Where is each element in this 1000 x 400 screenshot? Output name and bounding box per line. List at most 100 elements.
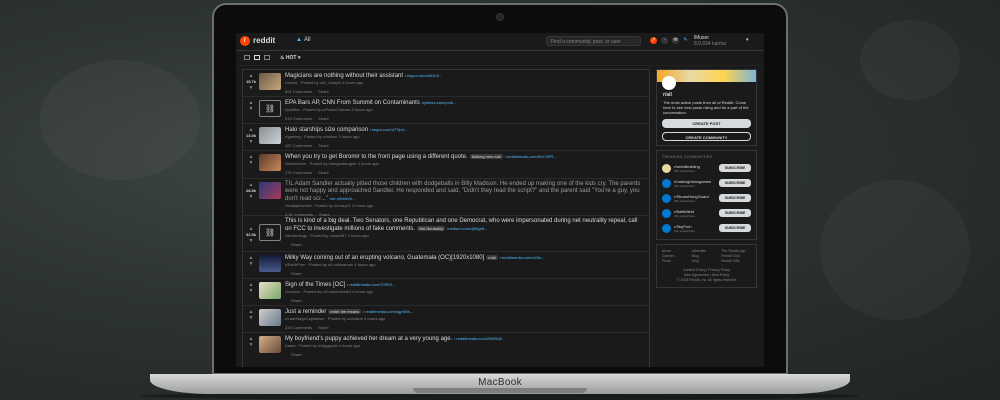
downvote-icon[interactable]: ▼ — [245, 342, 257, 348]
post-thumbnail[interactable] — [259, 127, 281, 144]
laptop-notch — [413, 388, 587, 393]
share-button[interactable]: Share — [291, 271, 302, 276]
comments-button[interactable]: 487 Comments — [285, 143, 312, 148]
post-thumbnail[interactable] — [259, 282, 281, 299]
share-button[interactable]: Share — [318, 170, 329, 175]
community-item[interactable]: r/worldbuilding 56k subscribers SUBSCRIB… — [657, 161, 756, 176]
downvote-icon[interactable]: ▼ — [245, 315, 257, 321]
post-domain[interactable]: i.redditmedia.com/4gpN5s... — [363, 309, 413, 314]
compact-view-icon[interactable] — [264, 55, 270, 60]
share-button[interactable]: Share — [291, 352, 302, 357]
post-title[interactable]: My boyfriend's puppy achieved her dream … — [285, 335, 645, 343]
post-title[interactable]: TIL Adam Sandler actually pitted those c… — [285, 181, 645, 203]
post[interactable]: ▲ 28.8k ▼ TIL Adam Sandler actually pitted… — [243, 179, 649, 217]
post-title[interactable]: Sign of the Times [OC] i.redditmedia.com/… — [285, 281, 645, 289]
post-domain[interactable]: medium.com/@fightf... — [447, 226, 487, 231]
post-title[interactable]: When you try to get Boromir to the front… — [285, 153, 645, 161]
post-domain[interactable]: i.redditmedia.com/N9C3PR... — [505, 154, 557, 159]
subscribe-button[interactable]: SUBSCRIBE — [719, 179, 751, 187]
footer-link[interactable]: Help — [692, 259, 722, 264]
classic-view-icon[interactable] — [254, 55, 260, 60]
link-icon[interactable]: ⛓ — [259, 224, 281, 241]
post-title[interactable]: Magicians are nothing without their assi… — [285, 72, 645, 80]
comments-button[interactable]: 919 Comments — [285, 116, 312, 121]
post-thumbnail[interactable] — [259, 182, 281, 199]
chat-icon[interactable]: · — [661, 37, 668, 44]
reddit-logo-icon[interactable]: r — [240, 36, 250, 46]
post[interactable]: ▲ ▼ Sign of the Times [OC] i.redditmedia.c… — [243, 279, 649, 306]
post-domain[interactable]: i.redditmedia.com/TOR0t... — [347, 282, 395, 287]
post[interactable]: ▲ ▼ Just a reminder enter the means i.reddi… — [243, 306, 649, 333]
footer-link[interactable]: Press — [662, 259, 692, 264]
downvote-icon[interactable]: ▼ — [245, 238, 257, 244]
post-actions: Share — [285, 352, 645, 358]
vote-column: ▲ ▼ — [245, 255, 257, 267]
post-thumbnail[interactable] — [259, 336, 281, 353]
subscribe-button[interactable]: SUBSCRIBE — [719, 194, 751, 202]
post[interactable]: ▲ 15.7k ▼ Magicians are nothing without th… — [243, 70, 649, 97]
mail-icon[interactable]: ✉ — [672, 37, 679, 44]
post-domain[interactable]: i.redditmedia.com/2ld9Rq9... — [454, 336, 505, 341]
subscribe-button[interactable]: SUBSCRIBE — [719, 224, 751, 232]
chevron-down-icon[interactable]: ▾ — [746, 37, 749, 43]
post-domain[interactable]: i.imgur.com/d7Tlpd... — [370, 127, 407, 132]
popular-icon[interactable]: ↗ — [650, 37, 657, 44]
downvote-icon[interactable]: ▼ — [245, 85, 257, 91]
karma-count: 8,0,694 karma — [694, 41, 726, 47]
community-item[interactable]: r/makinghistorgames 21k subscribers SUBS… — [657, 176, 756, 191]
post-domain[interactable]: me.n/fvhsVh... — [330, 196, 356, 201]
post[interactable]: ▲ ▼ When you try to get Boromir to the fr… — [243, 151, 649, 179]
link-icon[interactable]: ⛓ — [259, 100, 281, 117]
community-item[interactable]: r/Battlefield 24k subscribers SUBSCRIBE — [657, 206, 756, 221]
pencil-icon[interactable]: ✎ — [682, 37, 689, 44]
share-button[interactable]: Share — [291, 242, 302, 247]
feed-selector-label: All — [303, 37, 311, 43]
feed-selector[interactable]: ▲ All — [296, 37, 311, 43]
subscribe-button[interactable]: SUBSCRIBE — [719, 164, 751, 172]
post-title[interactable]: Just a reminder enter the means i.redditme… — [285, 308, 645, 316]
user-menu[interactable]: lMuser 8,0,694 karma — [694, 35, 726, 47]
comments-button[interactable]: 226 Comments — [285, 325, 312, 330]
downvote-icon[interactable]: ▼ — [245, 261, 257, 267]
create-community-button[interactable]: CREATE COMMUNITY — [662, 132, 751, 141]
post[interactable]: ▲ ▼ My boyfriend's puppy achieved her dre… — [243, 333, 649, 367]
vote-column: ▲ ▼ — [245, 336, 257, 348]
share-button[interactable]: Share — [318, 143, 329, 148]
post-domain[interactable]: nytimes.com/polit... — [422, 100, 456, 105]
post-thumbnail[interactable] — [259, 309, 281, 326]
downvote-icon[interactable]: ▼ — [245, 106, 257, 112]
post-title[interactable]: This is kind of a big deal. Two Senators… — [285, 218, 645, 233]
comments-button[interactable]: 176 Comments — [285, 170, 312, 175]
post[interactable]: ▲ 32.5k ▼ ⛓ This is kind of a big deal. Tw… — [243, 216, 649, 252]
post-domain[interactable]: i.redditmedia.com/uGtn... — [500, 255, 545, 260]
community-item[interactable]: r/SkyPorn 31k subscribers SUBSCRIBE — [657, 221, 756, 236]
post[interactable]: ▲ ▼ ⛓ EPA Bars AP, CNN From Summit on Con… — [243, 97, 649, 124]
subscribe-button[interactable]: SUBSCRIBE — [719, 209, 751, 217]
post-thumbnail[interactable] — [259, 154, 281, 171]
post-domain[interactable]: i.imgur.com/d4t1h0... — [405, 73, 442, 78]
downvote-icon[interactable]: ▼ — [245, 139, 257, 145]
post[interactable]: ▲ 13.0k ▼ Halo starships size comparison i.… — [243, 124, 649, 151]
post-thumbnail[interactable] — [259, 73, 281, 90]
downvote-icon[interactable]: ▼ — [245, 194, 257, 200]
post-title[interactable]: EPA Bars AP, CNN From Summit on Contamin… — [285, 99, 645, 107]
share-button[interactable]: Share — [291, 298, 302, 303]
share-button[interactable]: Share — [318, 325, 329, 330]
search-input[interactable]: Find a community, post, or user — [546, 36, 641, 46]
share-button[interactable]: Share — [318, 89, 329, 94]
downvote-icon[interactable]: ▼ — [245, 288, 257, 294]
post[interactable]: ▲ ▼ Milky Way coming out of an erupting v… — [243, 252, 649, 279]
community-item[interactable]: r/ShuanHongGuard 35k subscribers SUBSCRI… — [657, 191, 756, 206]
sort-dropdown[interactable]: ♨ HOT ▾ — [280, 55, 300, 61]
share-button[interactable]: Share — [318, 116, 329, 121]
post-thumbnail[interactable] — [259, 255, 281, 272]
trending-communities-card: TRENDING COMMUNITIES r/worldbuilding 56k… — [656, 150, 757, 240]
footer-link[interactable]: Reddit Gifts — [721, 259, 751, 264]
create-post-button[interactable]: CREATE POST — [662, 119, 751, 128]
comments-button[interactable]: 691 Comments — [285, 89, 312, 94]
downvote-icon[interactable]: ▼ — [245, 160, 257, 166]
post-title[interactable]: Halo starships size comparison i.imgur.co… — [285, 126, 645, 134]
post-title[interactable]: Milky Way coming out of an erupting volc… — [285, 254, 645, 262]
reddit-wordmark[interactable]: reddit — [253, 36, 275, 45]
card-view-icon[interactable] — [244, 55, 250, 60]
